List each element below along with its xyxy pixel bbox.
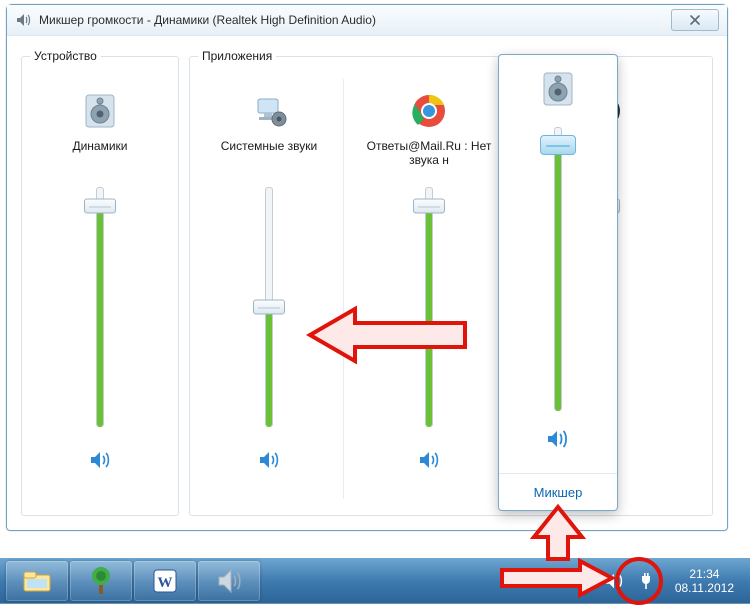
tray-time: 21:34 xyxy=(675,567,734,581)
device-mute-button[interactable] xyxy=(83,445,117,475)
popup-mute-button[interactable] xyxy=(542,425,574,453)
column-chrome: Ответы@Mail.Ru : Нет звука н xyxy=(354,73,504,505)
system-sounds-mute-button[interactable] xyxy=(252,445,286,475)
tray-clock[interactable]: 21:34 08.11.2012 xyxy=(669,567,740,595)
column-device-label[interactable]: Динамики xyxy=(25,139,175,169)
titlebar[interactable]: Микшер громкости - Динамики (Realtek Hig… xyxy=(7,5,727,36)
group-device: Устройство Динамики xyxy=(21,49,179,516)
speaker-icon xyxy=(15,12,31,28)
volume-mixer-window: Микшер громкости - Динамики (Realtek Hig… xyxy=(6,4,728,531)
popup-volume-slider[interactable] xyxy=(535,127,581,411)
device-volume-slider[interactable] xyxy=(80,187,120,427)
annotation-circle-volume-tray xyxy=(615,557,663,605)
group-applications-legend: Приложения xyxy=(198,49,276,63)
column-system-sounds-label[interactable]: Системные звуки xyxy=(194,139,344,169)
close-button[interactable] xyxy=(671,9,719,31)
popup-speaker-icon[interactable] xyxy=(538,69,578,109)
annotation-arrow-to-slider xyxy=(305,305,475,365)
group-device-legend: Устройство xyxy=(30,49,101,63)
system-sounds-slider[interactable] xyxy=(249,187,289,427)
volume-osd-popup: Микшер xyxy=(498,54,618,511)
annotation-arrow-to-tray-volume xyxy=(498,558,616,598)
chrome-icon[interactable] xyxy=(409,91,449,131)
taskbar-button-sound-app[interactable] xyxy=(198,561,260,601)
taskbar-button-app-1[interactable] xyxy=(70,561,132,601)
close-icon xyxy=(689,14,701,26)
system-sounds-icon[interactable] xyxy=(249,91,289,131)
taskbar-button-explorer[interactable] xyxy=(6,561,68,601)
column-system-sounds: Системные звуки xyxy=(194,73,344,505)
window-title: Микшер громкости - Динамики (Realtek Hig… xyxy=(39,13,663,27)
svg-text:W: W xyxy=(158,575,173,591)
chrome-mute-button[interactable] xyxy=(412,445,446,475)
taskbar-button-word[interactable]: W xyxy=(134,561,196,601)
column-device: Динамики xyxy=(25,73,175,505)
popup-mixer-link[interactable]: Микшер xyxy=(534,485,583,500)
group-applications: Приложения Системные звуки xyxy=(189,49,713,516)
speakers-device-icon[interactable] xyxy=(80,91,120,131)
tray-date: 08.11.2012 xyxy=(675,581,734,595)
column-chrome-label[interactable]: Ответы@Mail.Ru : Нет звука н xyxy=(354,139,504,169)
annotation-arrow-to-mixer-link xyxy=(530,503,586,563)
